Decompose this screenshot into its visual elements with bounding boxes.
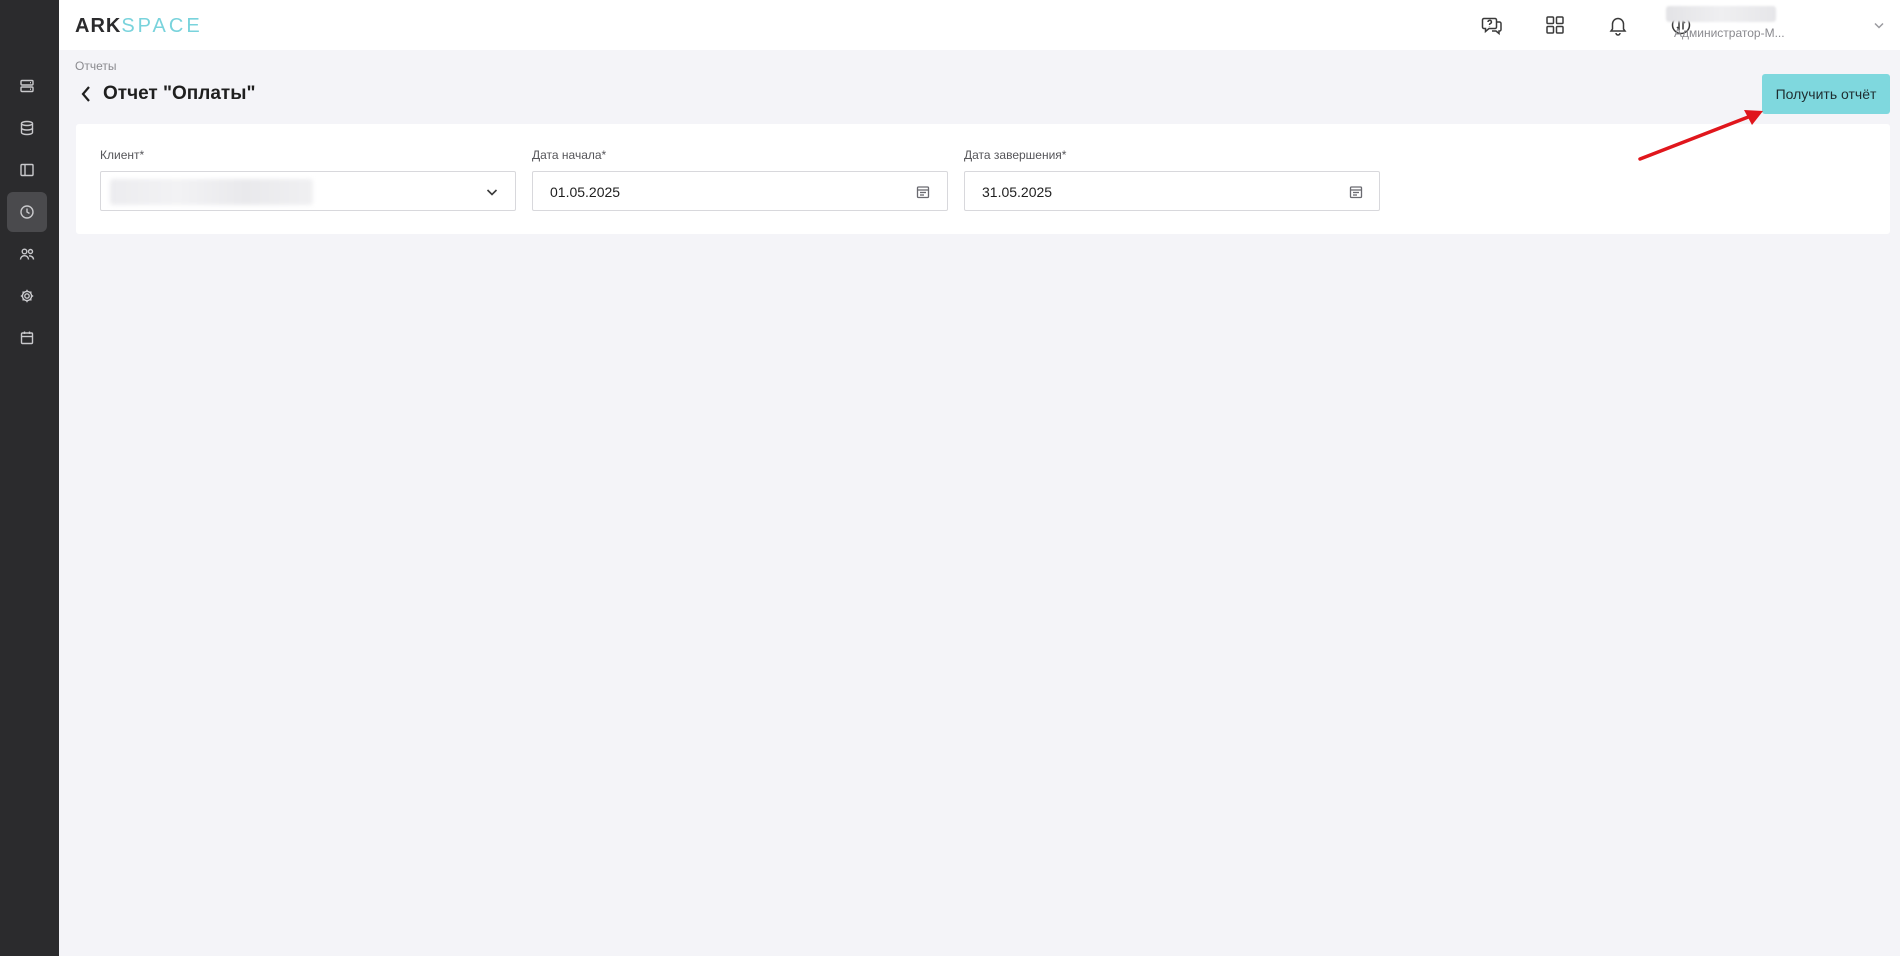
user-name-redacted <box>1666 6 1776 22</box>
page-title: Отчет "Оплаты" <box>103 83 256 104</box>
user-menu[interactable]: Администратор-М... <box>1666 5 1896 45</box>
client-label: Клиент* <box>100 148 145 162</box>
calendar-icon[interactable] <box>1348 184 1364 200</box>
app-logo[interactable]: ARKSPACE <box>75 15 203 38</box>
sidebar-item-settings[interactable] <box>7 276 47 316</box>
breadcrumb[interactable]: Отчеты <box>75 59 116 73</box>
end-date-input[interactable]: 31.05.2025 <box>964 171 1380 211</box>
settings-gear-icon <box>20 289 34 303</box>
sidebar-item-database[interactable] <box>7 108 47 148</box>
sidebar-item-layout[interactable] <box>7 150 47 190</box>
chevron-down-icon <box>1873 18 1885 30</box>
logo-space: SPACE <box>121 15 203 37</box>
start-date-input[interactable]: 01.05.2025 <box>532 171 948 211</box>
client-select[interactable] <box>100 171 516 211</box>
user-role: Администратор-М... <box>1674 26 1785 40</box>
reports-clock-icon <box>20 205 34 219</box>
sidebar <box>0 0 59 956</box>
layout-icon <box>20 163 34 177</box>
sidebar-item-reports[interactable] <box>7 192 47 232</box>
report-form-card: Клиент* Дата начала* 01.05.2025 Дата зав… <box>76 124 1890 234</box>
notifications-button[interactable] <box>1605 12 1631 38</box>
users-icon <box>19 248 35 260</box>
support-chat-icon <box>1481 17 1502 36</box>
end-date-value: 31.05.2025 <box>982 184 1053 200</box>
sidebar-item-servers[interactable] <box>7 66 47 106</box>
support-chat-button[interactable] <box>1479 12 1505 38</box>
bell-icon <box>1609 17 1627 36</box>
sidebar-item-calendar[interactable] <box>7 318 47 358</box>
logo-ark: ARK <box>75 15 122 37</box>
back-button[interactable] <box>78 83 94 105</box>
top-bar: ARKSPACE Администратор-М... <box>59 0 1900 50</box>
get-report-button[interactable]: Получить отчёт <box>1762 74 1890 114</box>
start-date-label: Дата начала* <box>532 148 607 162</box>
end-date-label: Дата завершения* <box>964 148 1067 162</box>
database-icon <box>20 120 34 136</box>
apps-grid-button[interactable] <box>1542 12 1568 38</box>
start-date-value: 01.05.2025 <box>550 184 621 200</box>
client-value-redacted <box>110 179 313 205</box>
chevron-down-icon <box>484 184 500 200</box>
apps-grid-icon <box>1546 16 1564 34</box>
calendar-icon <box>20 331 34 345</box>
calendar-icon[interactable] <box>915 184 931 200</box>
chevron-left-icon <box>81 86 90 102</box>
server-icon <box>20 79 34 93</box>
sidebar-item-users[interactable] <box>7 234 47 274</box>
